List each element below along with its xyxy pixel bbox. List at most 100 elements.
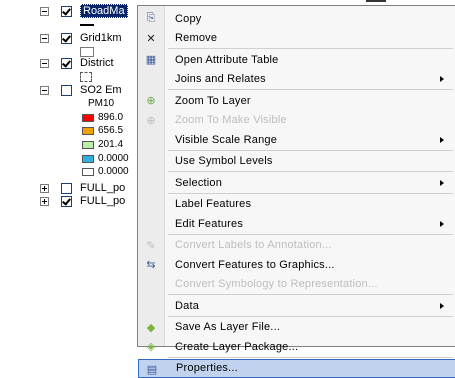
zoom-visible-icon: ⊕	[146, 114, 156, 127]
table-of-contents: RoadMa Grid1km District SO2 Em PM10 896.…	[0, 0, 386, 347]
remove-icon: ✕	[146, 32, 156, 45]
collapse-toggle[interactable]	[40, 6, 49, 16]
layer-visibility-checkbox[interactable]	[61, 182, 72, 194]
menu-separator	[168, 149, 453, 151]
legend-value: 656.5	[98, 125, 124, 136]
legend-class: 896.0	[82, 112, 123, 123]
layer-name[interactable]: FULL_po	[80, 195, 125, 207]
layer-name[interactable]: RoadMa	[80, 4, 128, 18]
legend-class: 201.4	[82, 139, 123, 150]
district-symbol	[80, 72, 92, 82]
menu-item-convert-features-to-graphics[interactable]: ⇆ Convert Features to Graphics...	[138, 255, 455, 274]
legend-value: 896.0	[98, 112, 124, 123]
blank-icon	[143, 132, 159, 147]
menu-item-label: Save As Layer File...	[175, 321, 281, 333]
legend-swatch	[82, 167, 94, 176]
legend-value: 0.0000	[98, 153, 129, 164]
submenu-arrow-icon	[440, 220, 444, 227]
layer-visibility-checkbox[interactable]	[61, 84, 72, 96]
menu-separator	[168, 89, 453, 90]
menu-item-data[interactable]: Data	[138, 296, 455, 315]
zoom-to-layer-icon: ⊕	[146, 95, 156, 107]
collapse-toggle[interactable]	[40, 85, 49, 95]
menu-item-label-features[interactable]: Label Features	[138, 195, 455, 214]
menu-separator	[168, 233, 453, 235]
layer-context-menu: ⎘ Copy ✕ Remove ▦ Open Attribute Table Joins a…	[137, 5, 455, 378]
convert-graphics-icon: ⇆	[146, 259, 156, 271]
menu-separator	[168, 356, 453, 358]
menu-item-save-as-layer-file[interactable]: ◆ Save As Layer File...	[138, 318, 455, 337]
layer-name[interactable]: FULL_po	[80, 182, 125, 194]
layer-name[interactable]: District	[80, 57, 114, 69]
menu-item-label: Convert Symbology to Representation...	[175, 278, 378, 290]
menu-item-selection[interactable]: Selection	[138, 173, 455, 192]
legend-class: 656.5	[82, 125, 123, 136]
menu-item-convert-symbology-to-representation: Convert Symbology to Representation...	[138, 275, 455, 294]
menu-item-label: Properties...	[176, 362, 238, 374]
submenu-arrow-icon	[440, 76, 444, 82]
blank-icon	[143, 216, 159, 231]
layer-name[interactable]: SO2 Em	[80, 84, 122, 96]
menu-item-convert-labels-to-annotation: ✎ Convert Labels to Annotation...	[138, 236, 455, 255]
legend-swatch	[82, 113, 94, 122]
menu-item-label: Edit Features	[175, 217, 244, 230]
copy-icon: ⎘	[146, 12, 156, 24]
blank-icon	[143, 197, 159, 212]
menu-item-label: Copy	[175, 12, 202, 25]
menu-separator	[168, 315, 453, 317]
layer-name[interactable]: Grid1km	[80, 32, 122, 44]
menu-separator	[168, 192, 453, 194]
menu-item-zoom-to-make-visible: ⊕ Zoom To Make Visible	[138, 111, 455, 130]
menu-item-label: Data	[175, 299, 200, 312]
legend-swatch	[82, 126, 94, 135]
collapse-toggle[interactable]	[40, 58, 49, 68]
blank-icon	[143, 277, 159, 292]
menu-item-remove[interactable]: ✕ Remove	[138, 29, 455, 48]
properties-icon: ▤	[146, 363, 158, 376]
blank-icon	[143, 175, 159, 190]
menu-item-open-attribute-table[interactable]: ▦ Open Attribute Table	[138, 50, 455, 69]
menu-item-label: Zoom To Make Visible	[175, 114, 287, 126]
submenu-arrow-icon	[440, 179, 444, 186]
layer-visibility-checkbox[interactable]	[61, 57, 72, 69]
menu-item-use-symbol-levels[interactable]: Use Symbol Levels	[138, 152, 455, 171]
legend-class: 0.0000	[82, 153, 129, 164]
menu-item-label: Convert Labels to Annotation...	[175, 239, 332, 251]
legend-swatch	[82, 140, 94, 149]
legend-field-name: PM10	[88, 98, 115, 109]
legend-value: 201.4	[98, 139, 124, 150]
layer-visibility-checkbox[interactable]	[61, 5, 72, 17]
layer-visibility-checkbox[interactable]	[61, 195, 72, 207]
menu-item-label: Use Symbol Levels	[175, 155, 273, 167]
menu-separator	[168, 48, 453, 49]
menu-item-properties[interactable]: ▤ Properties...	[138, 358, 455, 378]
table-icon: ▦	[145, 54, 157, 66]
blank-icon	[143, 72, 159, 87]
menu-item-label: Remove	[175, 32, 218, 44]
menu-item-copy[interactable]: ⎘ Copy	[138, 9, 455, 28]
legend-class: 0.0000	[82, 166, 129, 177]
menu-item-zoom-to-layer[interactable]: ⊕ Zoom To Layer	[138, 91, 455, 110]
blank-icon	[143, 154, 159, 169]
blank-icon	[143, 298, 159, 313]
menu-item-joins-and-relates[interactable]: Joins and Relates	[138, 70, 455, 89]
menu-item-label: Visible Scale Range	[175, 133, 278, 146]
expand-toggle[interactable]	[40, 183, 49, 193]
expand-toggle[interactable]	[40, 196, 49, 206]
save-layer-icon: ◆	[146, 321, 156, 334]
menu-item-label: Joins and Relates	[175, 73, 266, 85]
submenu-arrow-icon	[440, 136, 444, 143]
menu-item-edit-features[interactable]: Edit Features	[138, 214, 455, 233]
convert-labels-icon: ✎	[146, 239, 156, 252]
legend-swatch	[82, 154, 94, 163]
collapse-toggle[interactable]	[40, 33, 49, 43]
menu-item-label: Zoom To Layer	[175, 94, 251, 107]
menu-item-visible-scale-range[interactable]: Visible Scale Range	[138, 130, 455, 149]
polygon-symbol	[80, 47, 94, 57]
layer-visibility-checkbox[interactable]	[61, 32, 72, 44]
menu-item-label: Convert Features to Graphics...	[175, 258, 335, 271]
menu-item-label: Open Attribute Table	[175, 53, 279, 66]
menu-separator	[168, 171, 453, 172]
submenu-arrow-icon	[440, 302, 444, 309]
menu-separator	[168, 294, 453, 295]
